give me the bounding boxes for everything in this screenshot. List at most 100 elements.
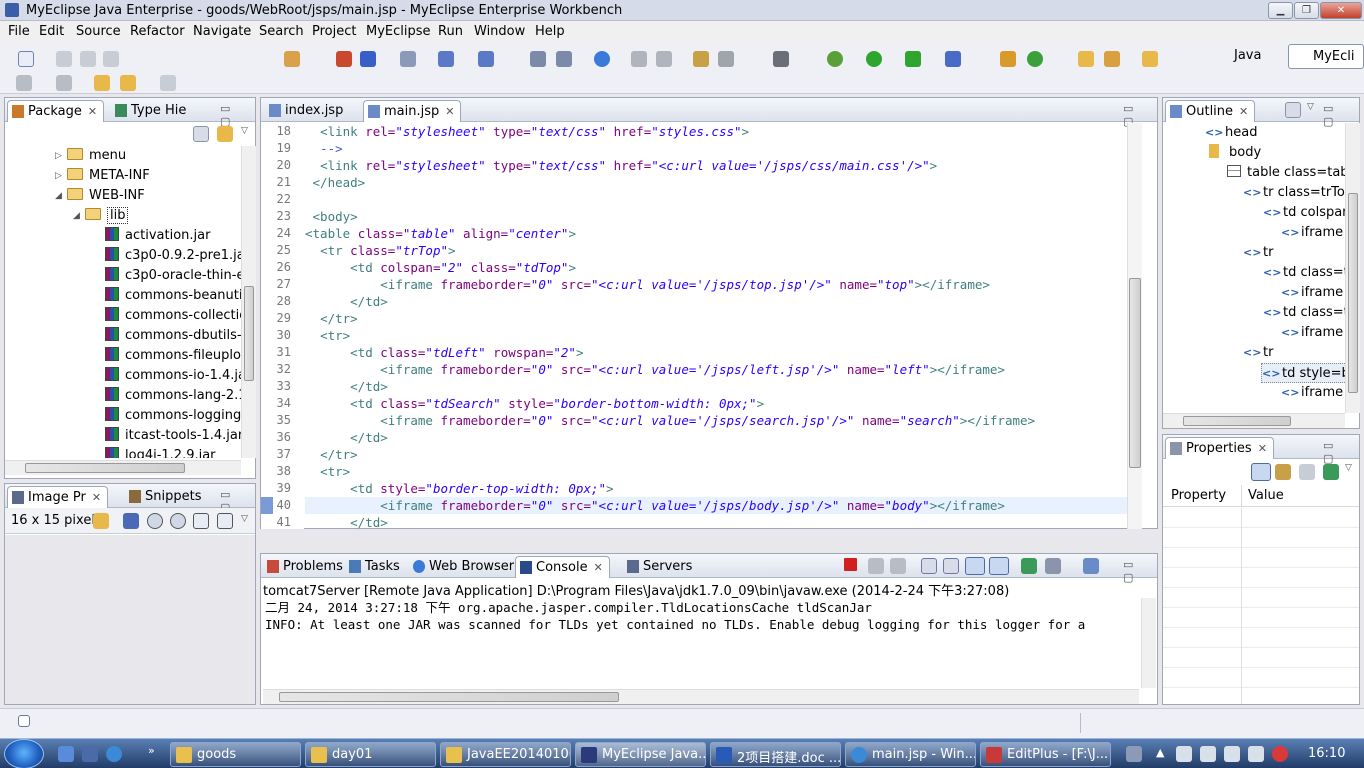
- next-annotation-icon[interactable]: [16, 75, 32, 91]
- outline-item[interactable]: <> td class=t: [1263, 263, 1345, 283]
- zoom-out-icon[interactable]: [147, 513, 163, 529]
- remove-launch-icon[interactable]: [868, 558, 884, 574]
- last-edit-icon[interactable]: [94, 75, 110, 91]
- deploy-icon[interactable]: [336, 51, 352, 67]
- menu-project[interactable]: Project: [312, 24, 356, 39]
- console-vertical-scrollbar[interactable]: [1141, 598, 1156, 688]
- perspective-java[interactable]: Java: [1210, 44, 1265, 69]
- outline-item[interactable]: <> iframe: [1281, 223, 1343, 243]
- view-menu-icon[interactable]: ▽: [1307, 102, 1314, 112]
- advanced-icon[interactable]: [1275, 464, 1291, 480]
- expand-icon[interactable]: ▷: [55, 171, 62, 181]
- quick-launch-more-icon[interactable]: »: [148, 744, 155, 757]
- copy-icon[interactable]: [656, 51, 672, 67]
- tree-item[interactable]: c3p0-0.9.2-pre1.jar: [105, 246, 241, 266]
- tab-properties[interactable]: Properties ✕: [1165, 437, 1274, 459]
- open-console-icon[interactable]: [1083, 558, 1099, 574]
- print-icon[interactable]: [103, 51, 119, 67]
- collapse-icon[interactable]: ◢: [55, 191, 62, 201]
- close-icon[interactable]: ✕: [88, 105, 97, 118]
- pin-icon[interactable]: [1323, 464, 1339, 480]
- taskbar-item-day01[interactable]: day01: [305, 742, 436, 767]
- tab-snippets[interactable]: Snippets: [125, 486, 207, 508]
- collapse-icon[interactable]: ◢: [73, 211, 80, 221]
- restore-button[interactable]: ❐: [1294, 2, 1319, 19]
- debug-icon[interactable]: [827, 51, 843, 67]
- outline-item[interactable]: <> iframe: [1281, 323, 1343, 343]
- start-button[interactable]: [4, 739, 44, 768]
- new-web-project-icon[interactable]: [284, 51, 300, 67]
- back-icon[interactable]: [93, 513, 109, 529]
- move-icon[interactable]: [631, 51, 647, 67]
- minimize-button[interactable]: ▁: [1268, 2, 1293, 19]
- tab-package-explorer[interactable]: Package ✕: [7, 100, 105, 122]
- view-menu-icon[interactable]: ▽: [241, 126, 248, 136]
- outline-item[interactable]: <> tr class=trTop: [1243, 183, 1345, 203]
- outline-item[interactable]: table class=table: [1227, 163, 1345, 183]
- fast-view-icon[interactable]: [18, 715, 30, 727]
- fit-window-icon[interactable]: [217, 513, 233, 529]
- menu-edit[interactable]: Edit: [39, 24, 64, 39]
- volume-icon[interactable]: [1248, 746, 1264, 762]
- code-text-area[interactable]: <link rel="stylesheet" type="text/css" h…: [305, 123, 1127, 529]
- menu-navigate[interactable]: Navigate: [193, 24, 251, 39]
- tree-item[interactable]: commons-beanutils: [105, 286, 241, 306]
- outline-item[interactable]: <> td class=t: [1263, 303, 1345, 323]
- clear-console-icon[interactable]: [921, 558, 937, 574]
- tree-item[interactable]: itcast-tools-1.4.jar: [105, 426, 241, 446]
- hierarchy-icon[interactable]: [530, 51, 546, 67]
- outline-item[interactable]: <> iframe: [1281, 283, 1343, 303]
- tab-tasks[interactable]: Tasks: [345, 556, 406, 578]
- pin-icon[interactable]: [1104, 51, 1120, 67]
- tab-console[interactable]: Console ✕: [515, 556, 610, 578]
- outline-item[interactable]: <> tr: [1243, 343, 1273, 363]
- taskbar-item-main-jsp[interactable]: main.jsp - Win...: [845, 742, 976, 767]
- remove-all-icon[interactable]: [890, 558, 906, 574]
- new-icon[interactable]: [18, 51, 34, 67]
- menu-search[interactable]: Search: [259, 24, 304, 39]
- close-icon[interactable]: ✕: [594, 561, 603, 574]
- taskbar-item-word-doc[interactable]: 2项目搭建.doc ...: [710, 742, 841, 767]
- tree-item[interactable]: commons-fileuploa: [105, 346, 241, 366]
- tab-type-hierarchy[interactable]: Type Hie: [111, 100, 192, 122]
- save-all-icon[interactable]: [80, 51, 96, 67]
- menu-window[interactable]: Window: [474, 24, 525, 39]
- prev-annotation-icon[interactable]: [56, 75, 72, 91]
- console-horizontal-scrollbar[interactable]: [263, 689, 1139, 704]
- tab-image-preview[interactable]: Image Pr ✕: [7, 486, 109, 508]
- outline-item-selected[interactable]: <> td style=b: [1261, 363, 1345, 383]
- computer-icon[interactable]: [82, 746, 98, 762]
- open-folder-icon[interactable]: [1078, 51, 1094, 67]
- tab-main-jsp[interactable]: main.jsp ✕: [363, 100, 462, 122]
- close-icon[interactable]: ✕: [1239, 105, 1248, 118]
- minimize-maximize-controls[interactable]: ▭ ▢: [1323, 439, 1359, 465]
- menu-myeclipse[interactable]: MyEclipse: [366, 24, 431, 39]
- run-external-icon[interactable]: [905, 51, 921, 67]
- forward-icon[interactable]: [160, 75, 176, 91]
- wizard-icon[interactable]: [438, 51, 454, 67]
- close-icon[interactable]: ✕: [1258, 442, 1267, 455]
- pin-console-icon[interactable]: [1021, 558, 1037, 574]
- outline-item[interactable]: <> tr: [1243, 243, 1273, 263]
- menu-help[interactable]: Help: [535, 24, 565, 39]
- globe-icon[interactable]: [594, 51, 610, 67]
- show-stderr-icon[interactable]: [989, 557, 1009, 575]
- tree-item[interactable]: commons-dbutils-1: [105, 326, 241, 346]
- categories-icon[interactable]: [1251, 463, 1271, 481]
- package-icon[interactable]: [1000, 51, 1016, 67]
- collapse-all-icon[interactable]: [193, 126, 209, 142]
- taskbar-item-javaee[interactable]: JavaEE20140106: [440, 742, 571, 767]
- link-editor-icon[interactable]: [217, 126, 233, 142]
- open-perspective-icon[interactable]: [693, 51, 709, 67]
- outline-item[interactable]: <> head: [1205, 123, 1257, 143]
- outline-horizontal-scrollbar[interactable]: [1163, 413, 1345, 428]
- tree-item-lib[interactable]: lib: [85, 206, 129, 226]
- refresh-icon[interactable]: [1027, 51, 1043, 67]
- tree-item[interactable]: commons-collectio: [105, 306, 241, 326]
- horizontal-scrollbar[interactable]: [5, 460, 241, 475]
- minimize-maximize-controls[interactable]: ▭ ▢: [220, 102, 255, 128]
- close-icon[interactable]: ✕: [92, 491, 101, 504]
- menu-source[interactable]: Source: [76, 24, 121, 39]
- tree-item[interactable]: log4j-1.2.9.jar: [105, 446, 216, 458]
- minimize-maximize-controls[interactable]: ▭ ▢: [1123, 558, 1157, 584]
